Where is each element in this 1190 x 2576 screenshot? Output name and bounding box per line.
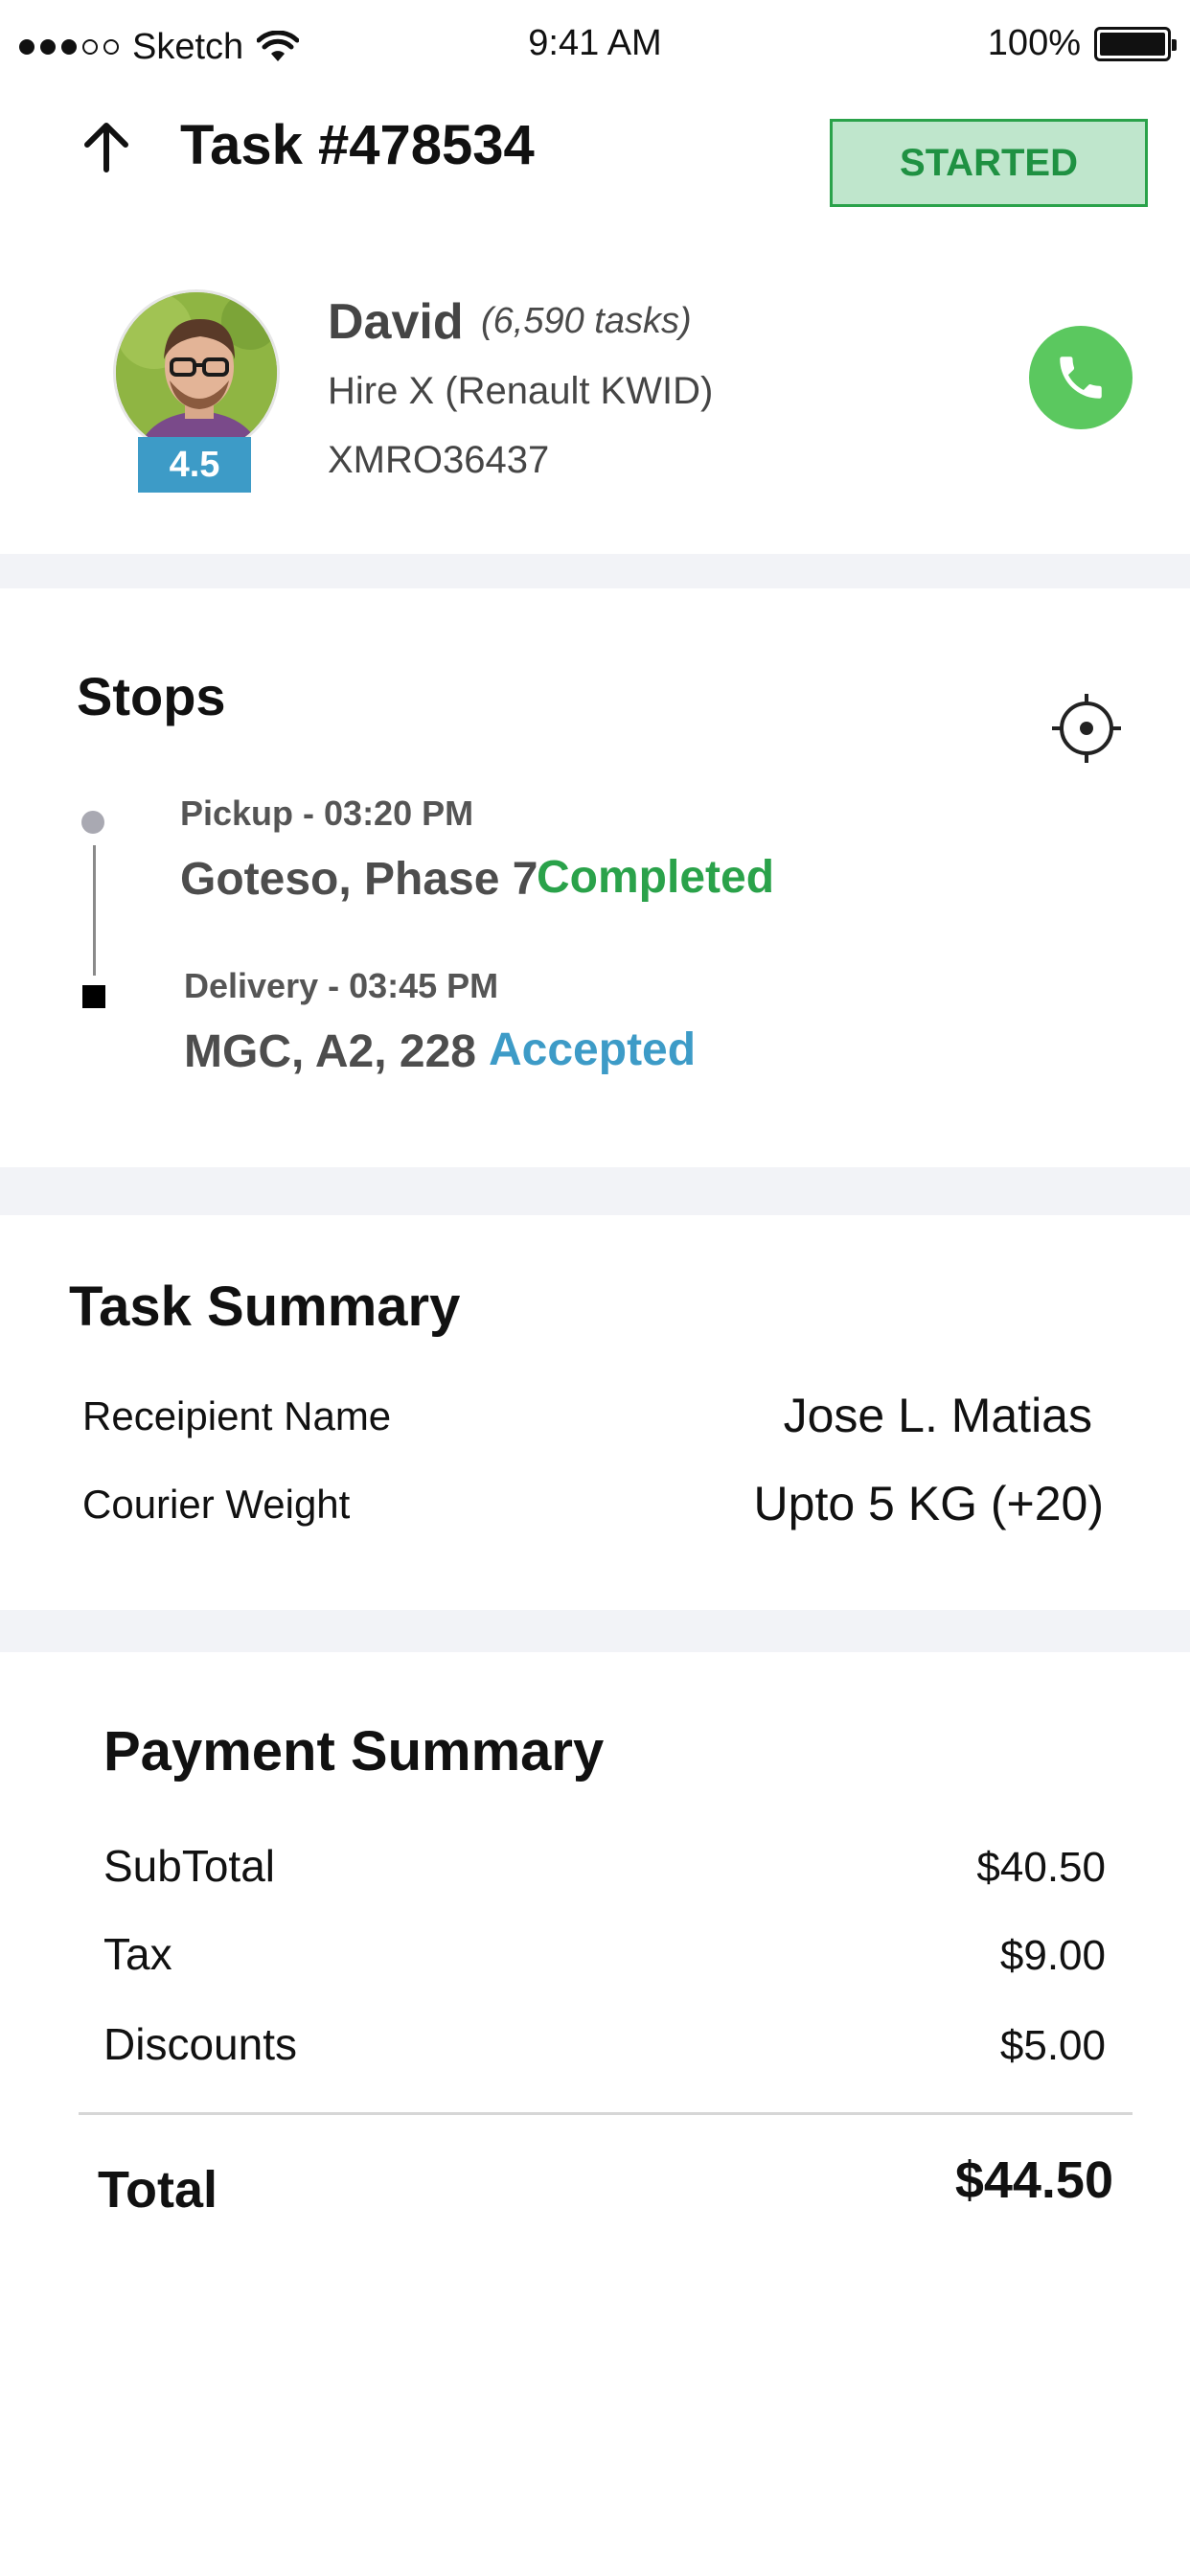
pickup-address: Goteso, Phase 7 — [180, 854, 538, 905]
driver-avatar[interactable] — [113, 289, 280, 456]
total-divider — [79, 2112, 1133, 2115]
section-divider — [0, 1610, 1190, 1652]
recipient-name-label: Receipient Name — [82, 1393, 392, 1438]
driver-card: 4.5 David (6,590 tasks) Hire X (Renault … — [0, 217, 1190, 554]
total-label: Total — [98, 2161, 217, 2219]
call-driver-button[interactable] — [1029, 326, 1133, 429]
driver-task-count: (6,590 tasks) — [481, 301, 692, 341]
phone-icon — [1060, 356, 1102, 399]
task-header: Task #478534 STARTED — [0, 92, 1190, 217]
stops-section: Stops Pickup - 03:20 PM Goteso, Phase 7 … — [0, 588, 1190, 1167]
task-summary-section: Task Summary Receipient Name Jose L. Mat… — [0, 1215, 1190, 1610]
driver-vehicle: Hire X (Renault KWID) — [328, 370, 714, 412]
section-divider — [0, 554, 1190, 588]
timeline-delivery-marker — [82, 985, 105, 1008]
section-divider — [0, 1167, 1190, 1215]
driver-rating-badge: 4.5 — [138, 437, 251, 493]
pickup-status: Completed — [537, 852, 775, 903]
delivery-meta: Delivery - 03:45 PM — [184, 966, 499, 1005]
driver-name: David — [328, 294, 464, 350]
battery-percent: 100% — [987, 23, 1081, 63]
crosshair-icon — [1052, 694, 1121, 763]
tax-label: Tax — [103, 1929, 172, 1979]
timeline-connector — [93, 845, 96, 976]
courier-weight-value: Upto 5 KG (+20) — [753, 1477, 1104, 1530]
discounts-value: $5.00 — [999, 2022, 1106, 2069]
task-summary-title: Task Summary — [69, 1276, 461, 1338]
discounts-label: Discounts — [103, 2019, 297, 2069]
page-title: Task #478534 — [180, 114, 535, 176]
stops-title: Stops — [77, 666, 226, 726]
status-bar-right: 100% — [987, 23, 1177, 64]
driver-vehicle-id: XMRO36437 — [328, 439, 550, 481]
delivery-status: Accepted — [489, 1024, 697, 1075]
arrow-up-icon — [84, 123, 128, 172]
courier-weight-label: Courier Weight — [82, 1482, 351, 1527]
payment-summary-title: Payment Summary — [103, 1720, 605, 1782]
delivery-address: MGC, A2, 228 — [184, 1026, 476, 1077]
recipient-name-value: Jose L. Matias — [783, 1389, 1092, 1442]
pickup-meta: Pickup - 03:20 PM — [180, 794, 474, 833]
status-bar: Sketch 9:41 AM 100% — [0, 0, 1190, 92]
subtotal-label: SubTotal — [103, 1841, 276, 1891]
total-value: $44.50 — [954, 2151, 1113, 2209]
locate-button[interactable] — [1048, 690, 1125, 767]
back-button[interactable] — [71, 111, 142, 182]
battery-icon — [1094, 26, 1177, 61]
avatar-image — [116, 292, 277, 453]
subtotal-value: $40.50 — [976, 1844, 1106, 1891]
payment-summary-section: Payment Summary SubTotal $40.50 Tax $9.0… — [0, 1652, 1190, 2227]
tax-value: $9.00 — [999, 1932, 1106, 1979]
task-status-badge: STARTED — [830, 119, 1148, 207]
timeline-pickup-dot — [81, 811, 104, 834]
